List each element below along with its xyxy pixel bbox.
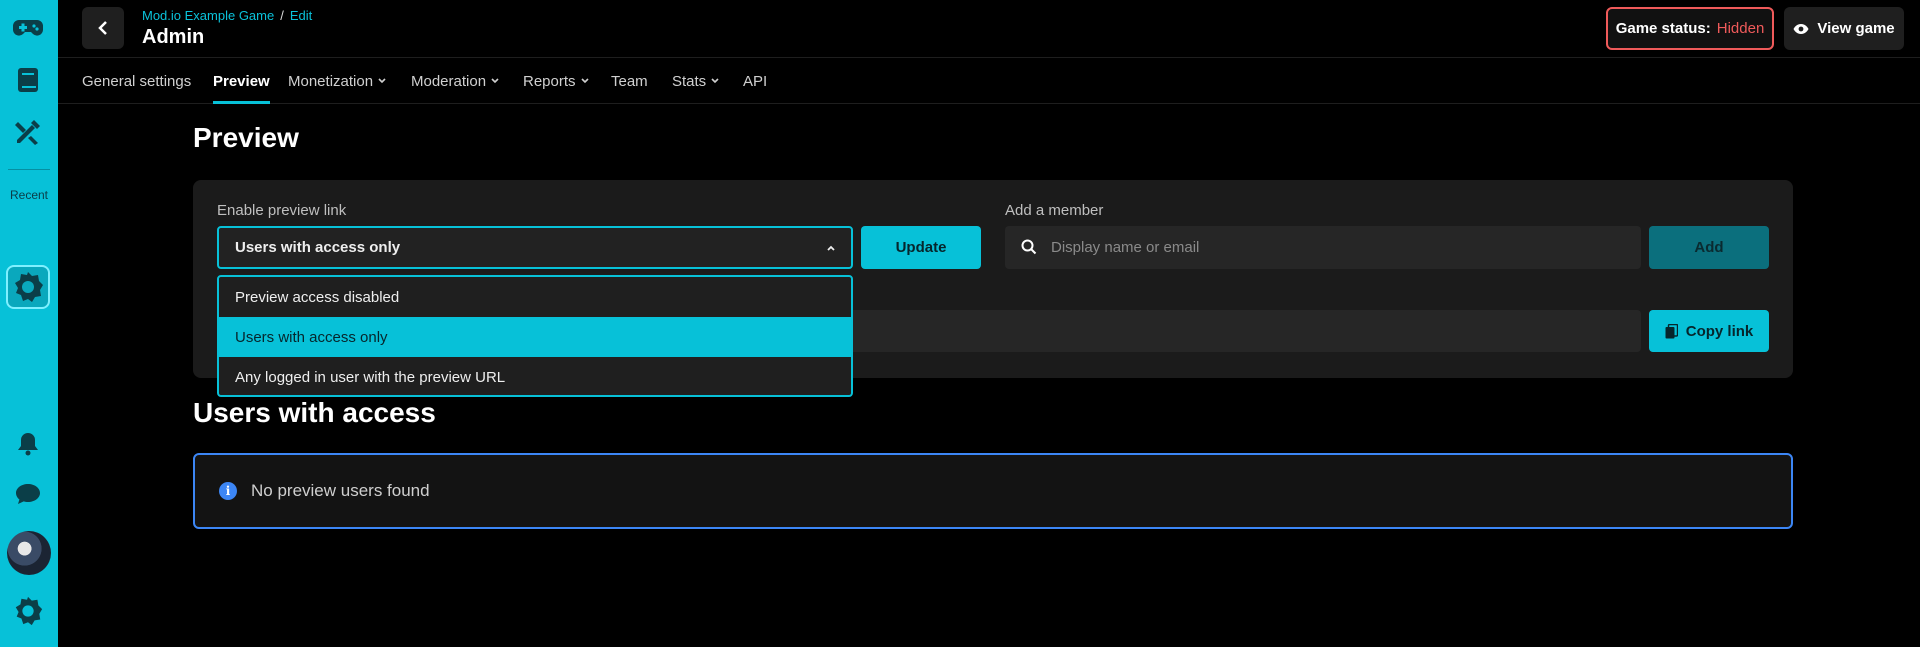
gamepad-icon[interactable]: [12, 12, 44, 44]
bell-icon[interactable]: [12, 428, 44, 460]
view-game-button[interactable]: View game: [1784, 7, 1904, 50]
copy-icon: [1665, 323, 1678, 338]
game-status-value: Hidden: [1716, 20, 1765, 37]
copy-link-button[interactable]: Copy link: [1649, 310, 1769, 352]
tab-moderation[interactable]: Moderation: [411, 59, 500, 103]
breadcrumb-edit-link[interactable]: Edit: [290, 8, 312, 23]
preview-access-dropdown: Preview access disabled Users with acces…: [217, 275, 853, 397]
preview-heading: Preview: [193, 122, 299, 153]
chevron-down-icon: [580, 78, 589, 84]
chat-icon[interactable]: [12, 478, 44, 510]
breadcrumb-game-link[interactable]: Mod.io Example Game: [142, 8, 274, 23]
select-value: Users with access only: [235, 239, 401, 256]
tab-general-settings[interactable]: General settings: [82, 59, 191, 103]
breadcrumb-separator: /: [280, 8, 284, 23]
tab-preview[interactable]: Preview: [213, 59, 270, 104]
admin-tabs: General settings Preview Monetization Mo…: [58, 59, 1920, 104]
update-button[interactable]: Update: [861, 226, 981, 269]
tab-stats[interactable]: Stats: [672, 59, 720, 103]
sidebar-divider: [8, 169, 50, 170]
option-preview-disabled[interactable]: Preview access disabled: [219, 277, 851, 317]
avatar[interactable]: [7, 531, 51, 575]
breadcrumb: Mod.io Example Game / Edit: [142, 8, 312, 23]
tab-label: Moderation: [411, 72, 487, 90]
game-status-label: Game status:: [1615, 20, 1711, 37]
book-icon[interactable]: [12, 64, 44, 96]
tools-icon[interactable]: [12, 116, 44, 148]
users-with-access-heading: Users with access: [193, 397, 436, 428]
tab-label: Monetization: [288, 72, 374, 90]
preview-access-select[interactable]: Users with access only: [217, 226, 853, 269]
member-search-input[interactable]: Display name or email: [1005, 226, 1641, 269]
chevron-left-icon: [98, 21, 107, 35]
view-game-label: View game: [1817, 20, 1895, 37]
tab-label: Team: [611, 72, 648, 90]
tab-reports[interactable]: Reports: [523, 59, 590, 103]
game-status-button[interactable]: Game status: Hidden: [1606, 7, 1774, 50]
tab-team[interactable]: Team: [611, 59, 648, 103]
recent-label: Recent: [9, 188, 49, 202]
enable-preview-label: Enable preview link: [217, 202, 347, 219]
page-title: Admin: [142, 26, 205, 48]
info-icon: i: [219, 482, 237, 500]
top-header: Mod.io Example Game / Edit Admin Game st…: [58, 0, 1920, 58]
chevron-down-icon: [711, 78, 719, 84]
tab-label: Preview: [213, 72, 270, 90]
member-search-placeholder: Display name or email: [1051, 239, 1200, 256]
add-member-button[interactable]: Add: [1649, 226, 1769, 269]
back-button[interactable]: [82, 7, 124, 49]
empty-users-notice: i No preview users found: [193, 453, 1793, 529]
copy-link-label: Copy link: [1685, 322, 1754, 340]
chevron-up-icon: [827, 245, 835, 251]
tab-label: Stats: [672, 72, 707, 90]
option-any-logged-in-user[interactable]: Any logged in user with the preview URL: [219, 357, 851, 395]
modio-logo-icon[interactable]: [12, 595, 44, 627]
chevron-down-icon: [491, 78, 499, 84]
tab-label: General settings: [82, 72, 192, 90]
sidebar: Recent: [0, 0, 58, 647]
search-icon: [1021, 239, 1037, 255]
game-logo-icon[interactable]: [6, 265, 50, 309]
tab-api[interactable]: API: [743, 59, 767, 103]
option-users-with-access[interactable]: Users with access only: [219, 317, 851, 357]
tab-label: API: [743, 72, 768, 90]
add-member-label: Add a member: [1005, 202, 1104, 219]
empty-users-message: No preview users found: [251, 481, 430, 500]
chevron-down-icon: [378, 78, 386, 84]
tab-label: Reports: [523, 72, 576, 90]
eye-icon: [1793, 23, 1809, 34]
tab-monetization[interactable]: Monetization: [288, 59, 387, 103]
